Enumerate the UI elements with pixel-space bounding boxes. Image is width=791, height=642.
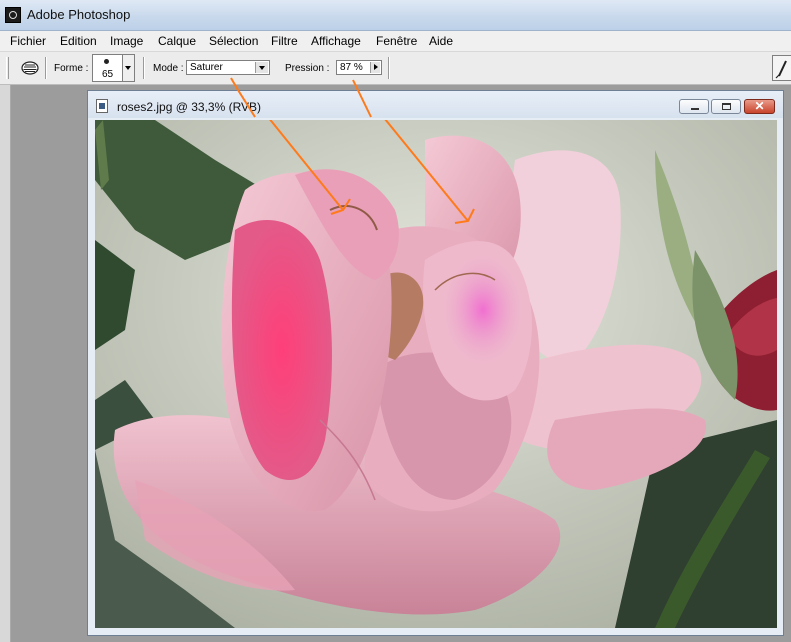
brush-preset-picker[interactable]: 65: [92, 54, 123, 82]
close-icon: ✕: [754, 99, 765, 113]
palette-well-button[interactable]: [772, 55, 791, 81]
close-button[interactable]: ✕: [744, 99, 775, 114]
menu-edition[interactable]: Edition: [60, 34, 97, 48]
app-title-bar: Adobe Photoshop: [0, 0, 791, 31]
pression-value: 87 %: [340, 62, 363, 73]
menu-fenetre[interactable]: Fenêtre: [376, 34, 417, 48]
options-separator: [45, 57, 47, 79]
mode-value: Saturer: [190, 62, 223, 73]
menu-image[interactable]: Image: [110, 34, 143, 48]
pression-field[interactable]: 87 %: [336, 60, 382, 75]
options-separator: [143, 57, 145, 79]
brush-tip-icon: [104, 59, 109, 64]
options-separator: [388, 57, 390, 79]
menu-selection[interactable]: Sélection: [209, 34, 258, 48]
menu-fichier[interactable]: Fichier: [10, 34, 46, 48]
options-bar-grip[interactable]: [6, 57, 9, 79]
chevron-right-icon[interactable]: [370, 62, 380, 73]
sponge-tool-icon[interactable]: [20, 60, 40, 76]
document-icon: [96, 99, 108, 113]
document-title-bar[interactable]: roses2.jpg @ 33,3% (RVB) ✕: [88, 91, 783, 118]
app-title: Adobe Photoshop: [27, 7, 131, 22]
photoshop-app-icon: [5, 7, 21, 23]
brush-dropdown-arrow[interactable]: [122, 54, 135, 82]
brush-size: 65: [101, 69, 114, 80]
menu-affichage[interactable]: Affichage: [311, 34, 361, 48]
menu-aide[interactable]: Aide: [429, 34, 453, 48]
menu-bar: Fichier Edition Image Calque Sélection F…: [0, 31, 791, 52]
image-canvas[interactable]: [95, 120, 777, 628]
menu-calque[interactable]: Calque: [158, 34, 196, 48]
brush-palette-icon: [775, 60, 787, 79]
document-window: roses2.jpg @ 33,3% (RVB) ✕: [87, 90, 784, 636]
mode-label: Mode :: [153, 63, 184, 74]
menu-filtre[interactable]: Filtre: [271, 34, 298, 48]
toolbox-panel-edge: [0, 85, 11, 642]
document-title: roses2.jpg @ 33,3% (RVB): [117, 100, 262, 114]
chevron-down-icon[interactable]: [255, 62, 268, 73]
maximize-button[interactable]: [711, 99, 741, 114]
rose-photo: [95, 120, 777, 628]
pression-label: Pression :: [285, 63, 330, 74]
mode-select[interactable]: Saturer: [186, 60, 270, 75]
minimize-button[interactable]: [679, 99, 709, 114]
forme-label: Forme :: [54, 63, 89, 74]
